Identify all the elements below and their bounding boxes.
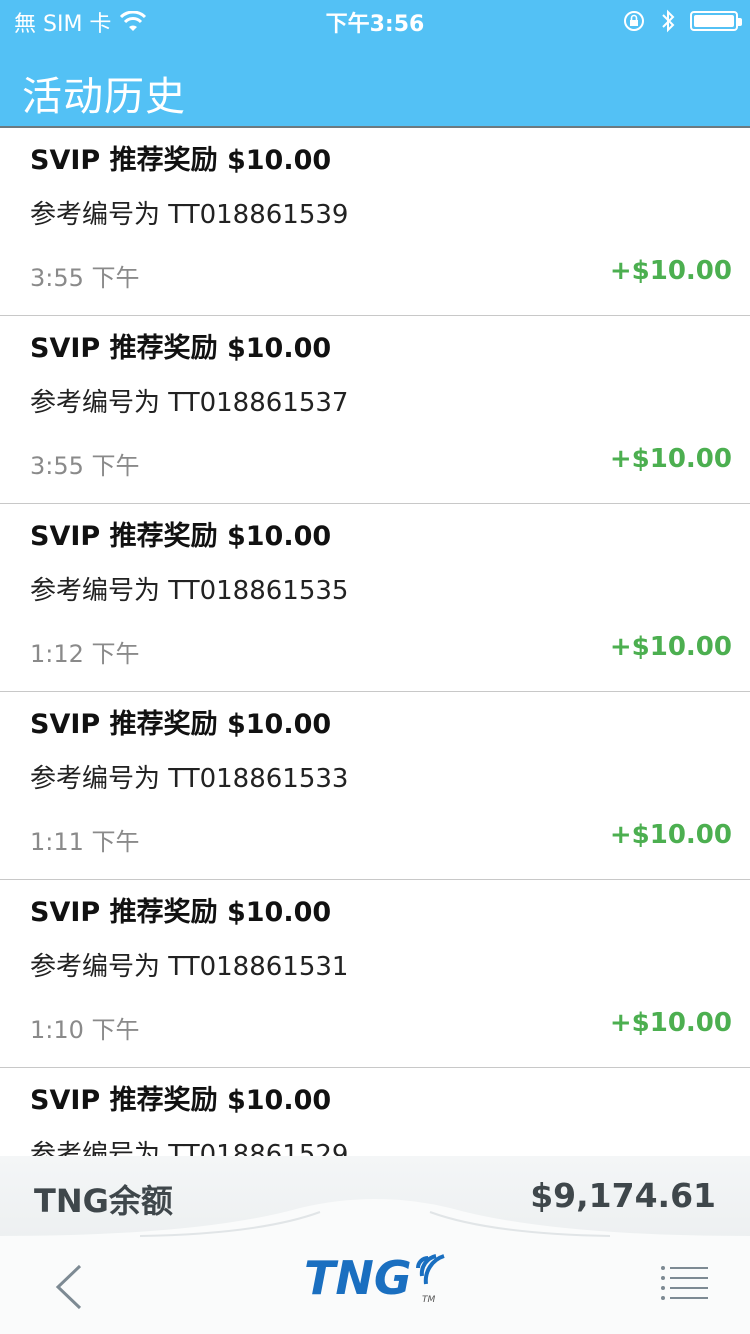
transaction-row[interactable]: SVIP 推荐奖励 $10.00 参考编号为 TT018861539 3:55 下午… <box>0 128 750 316</box>
transaction-title: SVIP 推荐奖励 $10.00 <box>30 1085 332 1116</box>
transaction-time: 1:12 下午 <box>30 640 140 668</box>
transaction-row[interactable]: SVIP 推荐奖励 $10.00 参考编号为 TT018861531 1:10 下午… <box>0 880 750 1068</box>
transaction-reference: 参考编号为 TT018861535 <box>30 576 349 606</box>
tng-logo: TNG TM <box>304 1251 445 1305</box>
status-bar: 無 SIM 卡 下午3:56 <box>0 0 750 40</box>
transaction-row[interactable]: SVIP 推荐奖励 $10.00 参考编号为 TT018861533 1:11 下午… <box>0 692 750 880</box>
logo-tm: TM <box>422 1295 435 1305</box>
page-title: 活动历史 <box>22 74 186 120</box>
transaction-time: 1:10 下午 <box>30 1016 140 1044</box>
logo-text: TNG <box>304 1251 412 1305</box>
battery-icon <box>690 11 742 31</box>
transaction-row[interactable]: SVIP 推荐奖励 $10.00 参考编号为 TT018861537 3:55 下午… <box>0 316 750 504</box>
transaction-amount: +$10.00 <box>609 444 732 474</box>
bluetooth-icon <box>662 9 675 33</box>
transaction-amount: +$10.00 <box>609 820 732 850</box>
transaction-title: SVIP 推荐奖励 $10.00 <box>30 333 332 364</box>
transaction-amount: +$10.00 <box>609 256 732 286</box>
transaction-amount: +$10.00 <box>609 632 732 662</box>
transaction-title: SVIP 推荐奖励 $10.00 <box>30 145 332 176</box>
transaction-reference: 参考编号为 TT018861533 <box>30 764 349 794</box>
app-header: 無 SIM 卡 下午3:56 活动历史 <box>0 0 750 128</box>
transaction-time: 3:55 下午 <box>30 264 140 292</box>
transaction-title: SVIP 推荐奖励 $10.00 <box>30 521 332 552</box>
activity-history-screen: 無 SIM 卡 下午3:56 活动历史 SVIP 推荐奖励 $10.00 参考编… <box>0 0 750 1334</box>
transaction-list[interactable]: SVIP 推荐奖励 $10.00 参考编号为 TT018861539 3:55 下午… <box>0 128 750 1158</box>
rotation-lock-icon <box>624 11 644 31</box>
transaction-row[interactable]: SVIP 推荐奖励 $10.00 参考编号为 TT018861529 <box>0 1068 750 1158</box>
transaction-row[interactable]: SVIP 推荐奖励 $10.00 参考编号为 TT018861535 1:12 下午… <box>0 504 750 692</box>
transaction-reference: 参考编号为 TT018861529 <box>30 1140 349 1158</box>
list-menu-icon[interactable] <box>660 1264 710 1304</box>
transaction-title: SVIP 推荐奖励 $10.00 <box>30 897 332 928</box>
transaction-reference: 参考编号为 TT018861537 <box>30 388 349 418</box>
transaction-time: 3:55 下午 <box>30 452 140 480</box>
bottom-nav: TNG TM <box>0 1199 750 1334</box>
transaction-title: SVIP 推荐奖励 $10.00 <box>30 709 332 740</box>
chevron-left-icon[interactable] <box>52 1262 86 1312</box>
transaction-reference: 参考编号为 TT018861531 <box>30 952 349 982</box>
transaction-reference: 参考编号为 TT018861539 <box>30 200 349 230</box>
transaction-amount: +$10.00 <box>609 1008 732 1038</box>
transaction-time: 1:11 下午 <box>30 828 140 856</box>
